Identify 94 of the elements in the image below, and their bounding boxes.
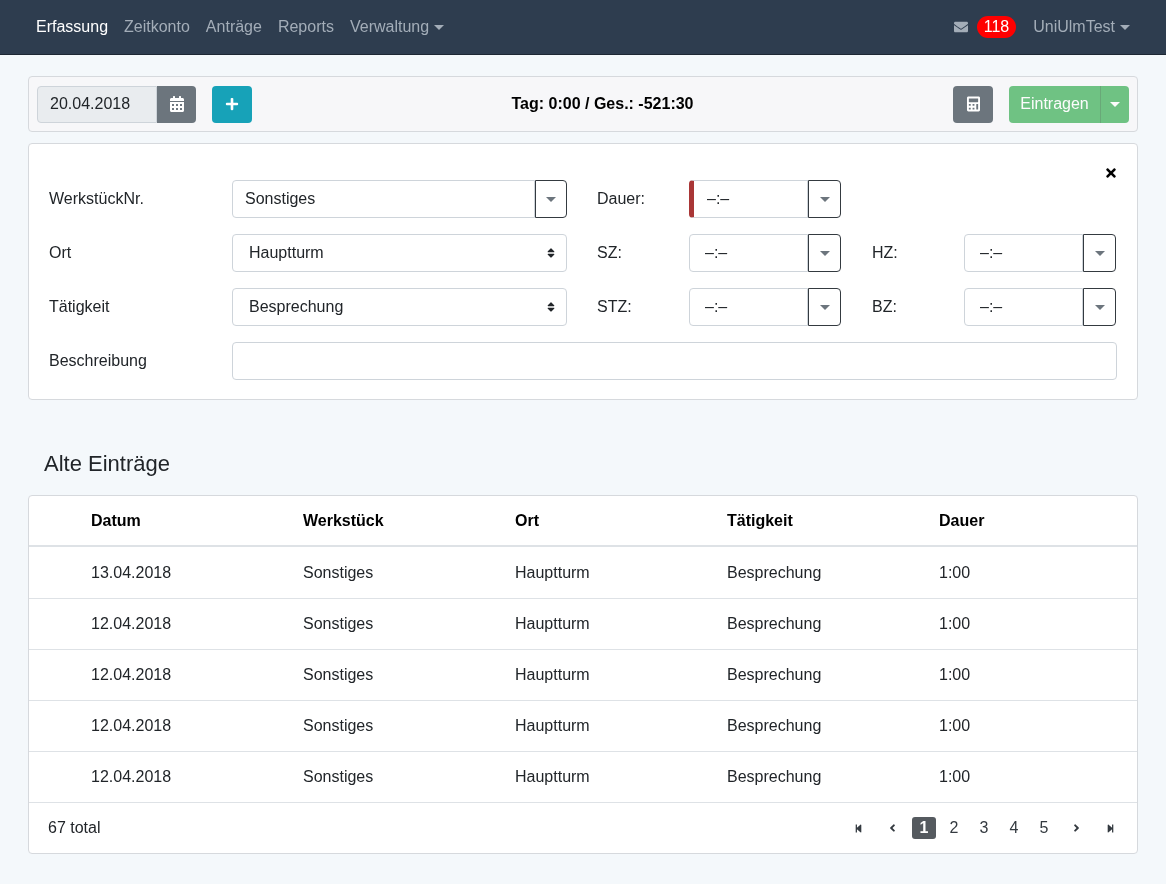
caret-icon <box>819 250 830 256</box>
time-dropdown-button[interactable] <box>808 288 841 326</box>
column-header: Dauer <box>939 511 985 529</box>
table-cell: Besprechung <box>727 563 822 581</box>
table-cell: Sonstiges <box>303 666 374 683</box>
combo-input[interactable]: Sonstiges <box>232 180 535 218</box>
nav-link[interactable]: Anträge <box>197 15 270 39</box>
select-field[interactable]: Hauptturm <box>232 234 567 272</box>
close-button[interactable] <box>1104 165 1118 181</box>
table-cell: Hauptturm <box>515 615 590 632</box>
nav-link[interactable]: Reports <box>269 15 342 39</box>
time-dropdown-button[interactable] <box>1083 234 1116 272</box>
caret-icon <box>1094 250 1105 256</box>
field-label: Beschreibung <box>49 351 148 371</box>
table-cell: 12.04.2018 <box>91 615 172 632</box>
caret-icon <box>819 196 830 202</box>
table-cell: Besprechung <box>727 666 822 683</box>
time-label: STZ: <box>597 297 633 317</box>
table-cell: Hauptturm <box>515 666 590 683</box>
table-cell: Besprechung <box>727 768 822 785</box>
table-cell: Hauptturm <box>515 768 590 785</box>
caret-icon <box>1110 101 1120 107</box>
table-cell: 13.04.2018 <box>91 563 172 581</box>
time-input[interactable]: –:– <box>964 288 1083 326</box>
field-label: Tätigkeit <box>49 297 111 317</box>
table-cell: 12.04.2018 <box>91 666 172 683</box>
table-cell: 1:00 <box>939 666 971 683</box>
table-cell: 1:00 <box>939 563 971 581</box>
calculator-icon <box>966 96 980 112</box>
time-input[interactable]: –:– <box>964 234 1083 272</box>
page-button[interactable]: 2 <box>942 817 966 839</box>
user-menu[interactable]: UniUlmTest <box>1033 15 1130 39</box>
plus-icon <box>225 97 239 111</box>
field-label: WerkstückNr. <box>49 189 145 209</box>
nav-link[interactable]: Erfassung <box>28 15 117 39</box>
table-cell: Sonstiges <box>303 768 374 785</box>
sort-arrows-icon <box>547 247 555 259</box>
table-cell: Sonstiges <box>303 615 374 632</box>
time-input[interactable]: –:– <box>689 180 808 218</box>
chevron-left-icon <box>888 822 896 834</box>
table-cell: Besprechung <box>727 717 822 734</box>
date-input[interactable]: 20.04.2018 <box>37 85 157 123</box>
table-cell: 1:00 <box>939 768 971 785</box>
add-button[interactable] <box>212 85 252 123</box>
time-input[interactable]: –:– <box>689 234 808 272</box>
section-heading: Alte Einträge <box>44 450 170 477</box>
table-cell: 1:00 <box>939 615 971 632</box>
table-cell: 12.04.2018 <box>91 768 172 785</box>
time-dropdown-button[interactable] <box>808 180 841 218</box>
time-label: SZ: <box>597 243 623 263</box>
table-cell: 12.04.2018 <box>91 717 172 734</box>
close-icon <box>1105 166 1117 180</box>
combo-dropdown-button[interactable] <box>535 180 567 218</box>
time-label: HZ: <box>872 243 899 263</box>
column-header: Werkstück <box>303 511 384 529</box>
time-label: BZ: <box>872 297 898 317</box>
caret-icon <box>1120 24 1130 30</box>
page-button[interactable]: 5 <box>1032 817 1056 839</box>
column-header: Tätigkeit <box>727 511 793 529</box>
time-label: Dauer: <box>597 189 647 209</box>
calculator-button[interactable] <box>953 85 993 123</box>
caret-icon <box>546 196 556 202</box>
last-page-icon <box>1105 823 1115 833</box>
page-button[interactable]: 1 <box>912 817 936 839</box>
message-count-badge: 118 <box>976 16 1017 38</box>
column-header: Datum <box>91 511 141 529</box>
table-cell: 1:00 <box>939 717 971 734</box>
calendar-button[interactable] <box>157 85 196 123</box>
time-dropdown-button[interactable] <box>808 234 841 272</box>
page-button[interactable]: 4 <box>1002 817 1026 839</box>
mail-icon[interactable] <box>952 20 969 34</box>
table-cell: Sonstiges <box>303 717 374 734</box>
sort-arrows-icon <box>547 301 555 313</box>
select-field[interactable]: Besprechung <box>232 288 567 326</box>
total-count: 67 total <box>48 818 101 838</box>
description-input[interactable] <box>232 342 1117 380</box>
page-button[interactable]: 3 <box>972 817 996 839</box>
chevron-right-icon <box>1072 822 1080 834</box>
nav-link[interactable]: Zeitkonto <box>116 15 198 39</box>
time-input[interactable]: –:– <box>689 288 808 326</box>
first-page-icon <box>853 823 863 833</box>
caret-icon <box>1094 304 1105 310</box>
nav-link[interactable]: Verwaltung <box>341 15 453 39</box>
table-cell: Sonstiges <box>303 563 374 581</box>
table-cell: Besprechung <box>727 615 822 632</box>
table-cell: Hauptturm <box>515 563 590 581</box>
time-dropdown-button[interactable] <box>1083 288 1116 326</box>
time-summary: Tag: 0:00 / Ges.: -521:30 <box>511 94 694 114</box>
column-header: Ort <box>515 511 539 529</box>
table-cell: Hauptturm <box>515 717 590 734</box>
caret-icon <box>819 304 830 310</box>
field-label: Ort <box>49 243 73 263</box>
caret-icon <box>434 24 445 30</box>
calendar-icon <box>169 96 184 112</box>
